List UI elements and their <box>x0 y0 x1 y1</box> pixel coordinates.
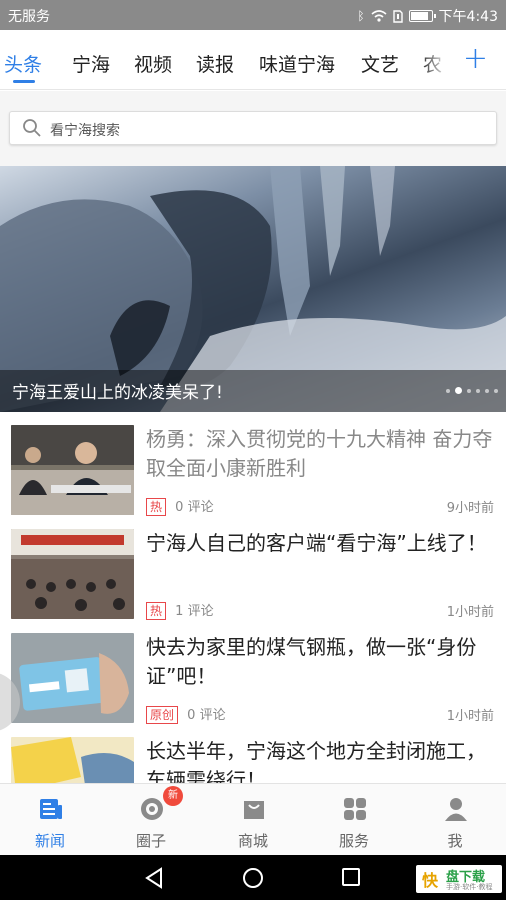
nav-me-label: 我 <box>447 832 463 850</box>
nav-circle-label: 圈子 <box>135 832 166 850</box>
bottom-nav: 新闻 新 圈子 商城 服务 我 <box>0 783 506 855</box>
tab-video[interactable]: 视频 <box>134 50 172 77</box>
grid-icon <box>344 798 366 820</box>
watermark-logo: 快 盘下载 手游·软件·教程 <box>416 865 502 893</box>
carousel-dot <box>476 388 480 393</box>
comment-label: 评论 <box>187 500 214 515</box>
nav-news[interactable]: 新闻 <box>0 784 100 856</box>
carousel-dot <box>446 388 450 393</box>
hot-tag: 热 <box>146 602 167 620</box>
system-nav-bar: 快 盘下载 手游·软件·教程 <box>0 855 506 900</box>
home-icon[interactable] <box>242 867 264 889</box>
carousel-dot <box>494 388 498 393</box>
news-time: 1小时前 <box>446 605 494 620</box>
shopping-bag-icon <box>244 801 264 819</box>
search-area: 看宁海搜索 <box>0 91 506 166</box>
news-thumbnail-4 <box>11 737 134 783</box>
news-icon <box>40 799 62 819</box>
news-thumbnail-3 <box>11 633 134 723</box>
user-icon <box>445 798 467 821</box>
news-item-2[interactable]: 宁海人自己的客户端“看宁海”上线了！ 热 1 评论 1小时前 <box>0 518 506 622</box>
nav-news-label: 新闻 <box>34 832 65 850</box>
active-tab-indicator <box>13 80 35 83</box>
nav-service[interactable]: 服务 <box>304 784 404 856</box>
nav-mall[interactable]: 商城 <box>203 784 303 856</box>
nav-circle[interactable]: 新 圈子 <box>101 784 201 856</box>
bluetooth-icon: ᛒ <box>357 9 365 23</box>
sim-icon <box>392 9 403 23</box>
search-input[interactable]: 看宁海搜索 <box>9 111 497 145</box>
carousel-dot <box>455 387 462 394</box>
news-time: 1小时前 <box>446 709 494 724</box>
channel-tabs: 头条 宁海 视频 读报 味道宁海 文艺 农 + <box>0 30 506 90</box>
tab-taste-ninghai[interactable]: 味道宁海 <box>259 50 335 77</box>
circle-icon <box>141 798 163 820</box>
recents-icon[interactable] <box>341 867 361 887</box>
news-thumbnail-2 <box>11 529 134 619</box>
status-bar: 无服务 ᛒ 下午4:43 <box>0 0 506 30</box>
featured-banner[interactable]: 宁海王爱山上的冰凌美呆了! <box>0 166 506 412</box>
news-item-4[interactable]: 长达半年，宁海这个地方全封闭施工，车辆需绕行！ <box>0 726 506 783</box>
carousel-dot <box>485 388 489 393</box>
banner-caption: 宁海王爱山上的冰凌美呆了! <box>12 383 223 403</box>
news-item-1[interactable]: 杨勇：深入贯彻党的十九大精神 奋力夺取全面小康新胜利 热 0 评论 9小时前 <box>0 414 506 518</box>
back-icon[interactable] <box>143 867 165 889</box>
nav-service-label: 服务 <box>338 832 369 850</box>
news-item-3[interactable]: 快去为家里的煤气钢瓶，做一张“身份证”吧！ 原创 0 评论 1小时前 <box>0 622 506 726</box>
hot-tag: 热 <box>146 498 167 516</box>
add-channel-button[interactable]: + <box>463 42 488 76</box>
news-time: 9小时前 <box>446 501 494 516</box>
news-meta-1: 热 0 评论 9小时前 <box>146 496 494 516</box>
original-tag: 原创 <box>146 706 179 724</box>
news-meta-2: 热 1 评论 1小时前 <box>146 600 494 620</box>
nav-me[interactable]: 我 <box>405 784 505 856</box>
new-badge: 新 <box>163 786 183 806</box>
tab-ninghai[interactable]: 宁海 <box>72 50 110 77</box>
search-icon <box>23 119 41 137</box>
clock: 下午4:43 <box>438 9 498 25</box>
carrier-label: 无服务 <box>8 9 50 25</box>
news-title-1: 杨勇：深入贯彻党的十九大精神 奋力夺取全面小康新胜利 <box>146 427 493 480</box>
tab-toutiao[interactable]: 头条 <box>4 50 42 77</box>
news-title-4: 长达半年，宁海这个地方全封闭施工，车辆需绕行！ <box>146 739 486 783</box>
comment-label: 评论 <box>187 604 214 619</box>
tab-fade-overlay <box>420 30 456 88</box>
tab-culture[interactable]: 文艺 <box>361 50 399 77</box>
tab-newspaper[interactable]: 读报 <box>196 50 234 77</box>
nav-mall-label: 商城 <box>237 832 268 850</box>
news-title-3: 快去为家里的煤气钢瓶，做一张“身份证”吧！ <box>146 635 477 688</box>
wifi-icon <box>371 10 387 22</box>
comment-count: 0 <box>187 708 196 723</box>
search-placeholder: 看宁海搜索 <box>50 123 120 139</box>
comment-count: 0 <box>175 500 184 515</box>
carousel-dot <box>467 388 471 393</box>
comment-label: 评论 <box>199 708 226 723</box>
carousel-dots <box>446 387 498 394</box>
battery-icon <box>408 10 436 22</box>
status-icons: ᛒ 下午4:43 <box>357 6 498 26</box>
news-title-2: 宁海人自己的客户端“看宁海”上线了！ <box>146 531 487 555</box>
news-thumbnail-1 <box>11 425 134 515</box>
comment-count: 1 <box>175 604 184 619</box>
news-meta-3: 原创 0 评论 1小时前 <box>146 704 494 724</box>
